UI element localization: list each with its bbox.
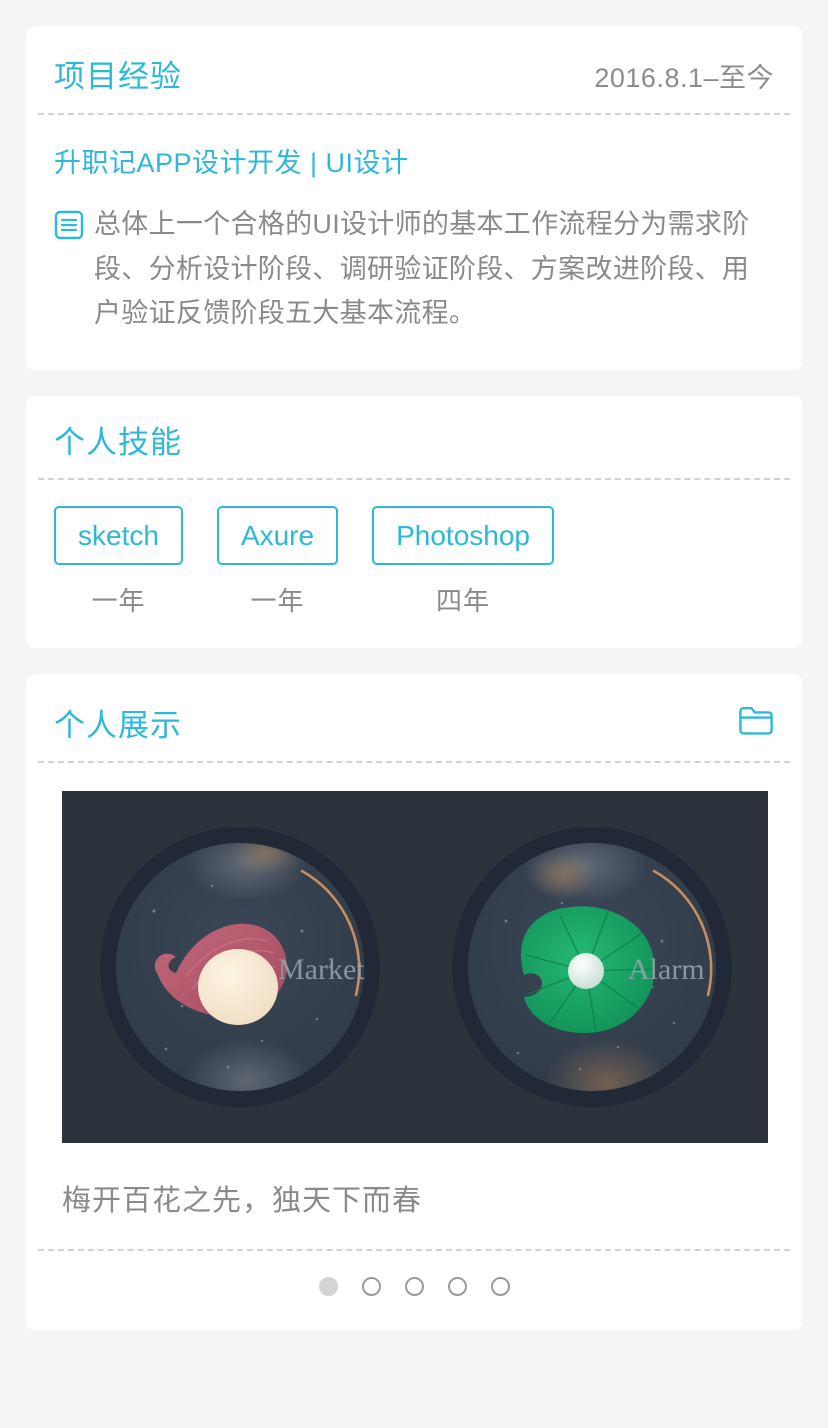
skill-years-axure: 一年 <box>250 585 305 616</box>
personal-skills-card: 个人技能 sketch 一年 Axure 一年 Photoshop 四年 <box>26 395 802 648</box>
skill-item: Axure 一年 <box>216 505 339 618</box>
project-description-row: 总体上一个合格的UI设计师的基本工作流程分为需求阶段、分析设计阶段、调研验证阶段… <box>54 202 774 336</box>
carousel-dot-3[interactable] <box>404 1276 424 1296</box>
skills-title: 个人技能 <box>54 424 182 460</box>
project-entry-title: 升职记APP设计开发 | UI设计 <box>54 148 409 178</box>
carousel-dot-2[interactable] <box>361 1276 381 1296</box>
carousel-dot-1[interactable] <box>318 1276 338 1296</box>
showcase-title: 个人展示 <box>54 707 182 743</box>
skill-chip-axure[interactable]: Axure <box>216 505 339 565</box>
skill-item: sketch 一年 <box>54 505 183 618</box>
project-experience-card: 项目经验 2016.8.1–至今 升职记APP设计开发 | UI设计 总体上一个… <box>26 26 802 370</box>
watch-label-market: Market <box>278 953 365 986</box>
skill-chip-sketch[interactable]: sketch <box>54 505 183 565</box>
project-card-body: 升职记APP设计开发 | UI设计 总体上一个合格的UI设计师的基本工作流程分为… <box>26 115 802 370</box>
showcase-image[interactable]: Market Alarm <box>62 790 768 1143</box>
document-list-icon <box>54 210 84 245</box>
project-card-header: 项目经验 2016.8.1–至今 <box>26 26 802 113</box>
page-title: 项目经验 <box>54 59 182 94</box>
carousel-dot-4[interactable] <box>447 1276 467 1296</box>
skill-item: Photoshop 四年 <box>372 505 554 618</box>
folder-icon[interactable] <box>738 704 774 741</box>
project-date-range: 2016.8.1–至今 <box>594 63 774 93</box>
skills-card-header: 个人技能 <box>26 396 802 478</box>
resume-page: 项目经验 2016.8.1–至今 升职记APP设计开发 | UI设计 总体上一个… <box>0 0 828 1428</box>
showcase-illustration: Market Alarm <box>62 790 768 1143</box>
skills-list: sketch 一年 Axure 一年 Photoshop 四年 <box>26 480 802 648</box>
showcase-card-header: 个人展示 <box>26 674 802 761</box>
showcase-body: Market Alarm 梅开百花之先，独天下而春 <box>26 763 802 1249</box>
project-description-text: 总体上一个合格的UI设计师的基本工作流程分为需求阶段、分析设计阶段、调研验证阶段… <box>94 209 750 329</box>
skill-years-photoshop: 四年 <box>436 585 491 616</box>
showcase-caption: 梅开百花之先，独天下而春 <box>62 1184 423 1217</box>
skill-years-sketch: 一年 <box>91 585 146 616</box>
skill-chip-photoshop[interactable]: Photoshop <box>372 505 554 565</box>
watch-label-alarm: Alarm <box>628 953 705 986</box>
carousel-dots <box>26 1251 802 1330</box>
carousel-dot-5[interactable] <box>490 1276 510 1296</box>
personal-showcase-card: 个人展示 Market Alarm 梅开百花之先，独天下而春 <box>26 673 802 1330</box>
